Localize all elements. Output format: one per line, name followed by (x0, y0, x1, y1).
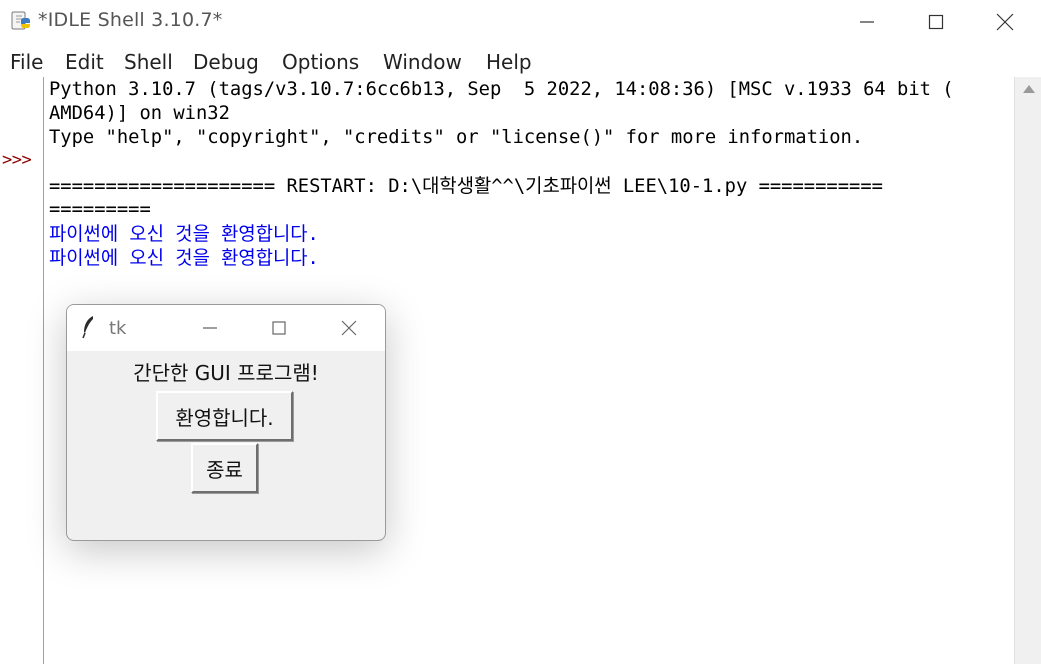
minimize-icon (860, 21, 874, 23)
menu-shell[interactable]: Shell (124, 50, 173, 74)
menu-help[interactable]: Help (486, 50, 532, 74)
title-bar: *IDLE Shell 3.10.7* (0, 0, 1041, 44)
close-button[interactable] (970, 6, 1040, 38)
banner-line: AMD64)] on win32 (49, 103, 230, 124)
python-icon (11, 11, 30, 30)
output-line: 파이썬에 오신 것을 환영합니다. (49, 248, 319, 269)
menu-edit[interactable]: Edit (65, 50, 104, 74)
maximize-icon (272, 321, 286, 335)
shell-prompt: >>> (2, 150, 32, 170)
tk-minimize-button[interactable] (190, 313, 230, 343)
gutter-divider (43, 77, 44, 664)
tk-window: tk 간단한 GUI 프로그램! 환영합니다. 종료 (66, 304, 386, 541)
minimize-icon (203, 327, 217, 329)
menu-window[interactable]: Window (383, 50, 462, 74)
feather-icon (82, 316, 93, 339)
banner-line: Type "help", "copyright", "credits" or "… (49, 127, 864, 148)
welcome-button[interactable]: 환영합니다. (156, 391, 293, 441)
close-icon (341, 320, 357, 336)
tk-close-button[interactable] (329, 313, 369, 343)
tk-title-bar: tk (67, 305, 385, 351)
scroll-up-icon[interactable] (1023, 85, 1035, 93)
menu-debug[interactable]: Debug (193, 50, 259, 74)
vertical-scrollbar[interactable] (1014, 77, 1041, 664)
menu-file[interactable]: File (10, 50, 43, 74)
gui-label: 간단한 GUI 프로그램! (133, 361, 319, 385)
close-icon (996, 13, 1014, 31)
menu-bar: File Edit Shell Debug Options Window Hel… (0, 46, 1041, 76)
tk-maximize-button[interactable] (259, 313, 299, 343)
minimize-button[interactable] (832, 6, 902, 38)
window-title: *IDLE Shell 3.10.7* (38, 9, 223, 31)
menu-options[interactable]: Options (282, 50, 359, 74)
banner-line: Python 3.10.7 (tags/v3.10.7:6cc6b13, Sep… (49, 79, 954, 100)
maximize-icon (928, 14, 944, 30)
restart-line-wrap: ========= (49, 199, 151, 220)
output-line: 파이썬에 오신 것을 환영합니다. (49, 224, 319, 245)
maximize-button[interactable] (901, 6, 971, 38)
tk-window-title: tk (109, 318, 127, 339)
quit-button[interactable]: 종료 (191, 443, 258, 493)
restart-line: ==================== RESTART: D:\대학생활^^\… (49, 176, 883, 197)
